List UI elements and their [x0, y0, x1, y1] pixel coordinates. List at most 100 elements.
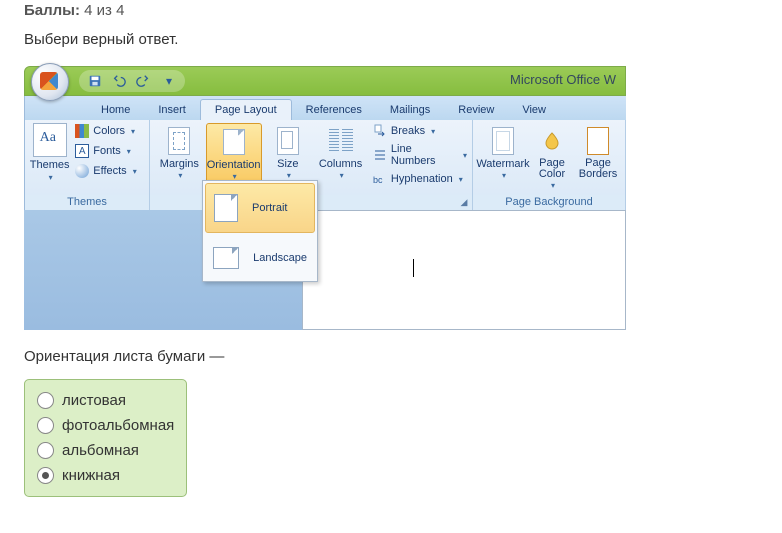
group-themes: Themes ▾ Colors ▾ Fonts ▾ — [25, 120, 150, 210]
page-color-icon — [540, 129, 564, 153]
chevron-down-icon: ▾ — [463, 151, 467, 160]
option-label: альбомная — [62, 442, 139, 459]
option-item[interactable]: фотоальбомная — [37, 413, 174, 438]
tab-home[interactable]: Home — [87, 100, 144, 120]
fonts-label: Fonts — [93, 145, 121, 157]
landscape-icon — [213, 247, 239, 269]
fonts-button[interactable]: Fonts ▾ — [73, 143, 146, 159]
radio-icon[interactable] — [37, 392, 54, 409]
page-borders-label: Page Borders — [574, 158, 622, 180]
ribbon-tabs: Home Insert Page Layout References Maili… — [24, 96, 626, 120]
colors-label: Colors — [93, 125, 125, 137]
effects-button[interactable]: Effects ▾ — [73, 163, 146, 179]
tab-view[interactable]: View — [508, 100, 560, 120]
redo-icon[interactable] — [135, 73, 151, 89]
size-icon — [277, 127, 299, 155]
chevron-down-icon: ▾ — [459, 175, 463, 184]
hyphenation-label: Hyphenation — [391, 173, 453, 185]
radio-icon[interactable] — [37, 442, 54, 459]
hyphenation-icon: bc — [373, 172, 387, 186]
prompt-text: Выбери верный ответ. — [24, 31, 758, 48]
points-line: Баллы: 4 из 4 — [24, 2, 758, 19]
themes-button[interactable]: Themes ▾ — [28, 123, 71, 192]
portrait-icon — [214, 194, 238, 222]
tab-references[interactable]: References — [292, 100, 376, 120]
chevron-down-icon: ▾ — [551, 181, 555, 190]
option-label: фотоальбомная — [62, 417, 174, 434]
word-screenshot: ▾ Microsoft Office W Home Insert Page La… — [24, 66, 626, 330]
qat-dropdown-icon[interactable]: ▾ — [161, 73, 177, 89]
size-label: Size — [277, 158, 298, 170]
breaks-icon — [373, 124, 387, 138]
tab-insert[interactable]: Insert — [144, 100, 200, 120]
watermark-label: Watermark — [476, 158, 529, 170]
question-text: Ориентация листа бумаги — — [24, 348, 758, 365]
chevron-down-icon: ▾ — [131, 127, 135, 136]
text-caret — [413, 259, 414, 277]
titlebar: ▾ Microsoft Office W — [24, 66, 626, 96]
option-label: листовая — [62, 392, 126, 409]
option-item[interactable]: альбомная — [37, 438, 174, 463]
chevron-down-icon: ▾ — [133, 167, 137, 176]
group-label-themes: Themes — [25, 195, 149, 210]
line-numbers-label: Line Numbers — [391, 143, 457, 167]
quick-access-toolbar: ▾ — [79, 70, 185, 92]
themes-icon — [33, 123, 67, 157]
colors-button[interactable]: Colors ▾ — [73, 123, 146, 139]
option-item[interactable]: книжная — [37, 463, 174, 488]
orientation-menu: Portrait Landscape — [202, 180, 318, 282]
group-page-background: Watermark ▾ Page Color ▾ Page Borders Pa… — [473, 120, 626, 210]
orientation-label: Orientation — [207, 159, 261, 171]
fonts-icon — [75, 144, 89, 158]
app-title: Microsoft Office W — [510, 72, 616, 87]
options-box: листовая фотоальбомная альбомная книжная — [24, 379, 187, 497]
margins-button[interactable]: Margins ▾ — [153, 123, 206, 192]
tab-page-layout[interactable]: Page Layout — [200, 99, 292, 120]
breaks-label: Breaks — [391, 125, 425, 137]
radio-icon[interactable] — [37, 467, 54, 484]
page-color-label: Page Color — [530, 158, 574, 180]
chevron-down-icon: ▾ — [340, 171, 344, 180]
orientation-icon — [223, 129, 245, 155]
page-borders-button[interactable]: Page Borders — [574, 123, 622, 192]
points-label: Баллы: — [24, 2, 80, 19]
watermark-icon — [492, 127, 514, 155]
colors-icon — [75, 124, 89, 138]
dialog-launcher-icon[interactable]: ◢ — [458, 197, 470, 209]
tab-review[interactable]: Review — [444, 100, 508, 120]
page-borders-icon — [587, 127, 609, 155]
columns-icon — [329, 129, 353, 153]
columns-label: Columns — [319, 158, 362, 170]
undo-icon[interactable] — [111, 73, 127, 89]
radio-icon[interactable] — [37, 417, 54, 434]
breaks-button[interactable]: Breaks ▾ — [371, 123, 469, 139]
effects-label: Effects — [93, 165, 126, 177]
effects-icon — [75, 164, 89, 178]
margins-icon — [168, 127, 190, 155]
hyphenation-button[interactable]: bc Hyphenation ▾ — [371, 171, 469, 187]
save-icon[interactable] — [87, 73, 103, 89]
option-label: книжная — [62, 467, 120, 484]
office-button[interactable] — [31, 63, 69, 101]
line-numbers-button[interactable]: Line Numbers ▾ — [371, 142, 469, 168]
chevron-down-icon: ▾ — [127, 147, 131, 156]
ribbon: Themes ▾ Colors ▾ Fonts ▾ — [24, 120, 626, 210]
chevron-down-icon: ▾ — [431, 127, 435, 136]
orientation-portrait-item[interactable]: Portrait — [205, 183, 315, 233]
margins-label: Margins — [160, 158, 199, 170]
document-area — [24, 210, 626, 330]
chevron-down-icon: ▾ — [287, 171, 291, 180]
orientation-landscape-item[interactable]: Landscape — [203, 235, 317, 281]
line-numbers-icon — [373, 148, 387, 162]
group-label-page-background: Page Background — [473, 195, 625, 210]
watermark-button[interactable]: Watermark ▾ — [476, 123, 530, 192]
themes-label: Themes — [30, 159, 70, 171]
page-color-button[interactable]: Page Color ▾ — [530, 123, 574, 192]
chevron-down-icon: ▾ — [178, 171, 182, 180]
columns-button[interactable]: Columns ▾ — [314, 123, 367, 192]
chevron-down-icon: ▾ — [49, 173, 53, 182]
chevron-down-icon: ▾ — [502, 171, 506, 180]
option-item[interactable]: листовая — [37, 388, 174, 413]
points-value: 4 из 4 — [84, 2, 124, 19]
tab-mailings[interactable]: Mailings — [376, 100, 444, 120]
